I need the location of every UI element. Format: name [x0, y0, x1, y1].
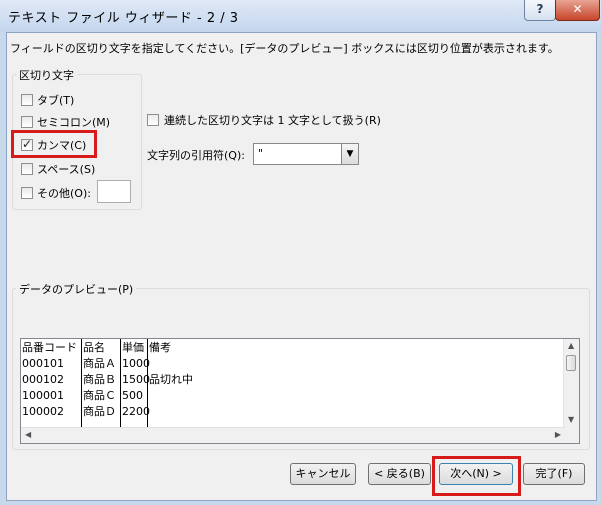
delimiter-group-label: 区切り文字	[16, 67, 77, 83]
qualifier-select[interactable]: " ▼	[253, 143, 359, 165]
tab-checkbox[interactable]	[21, 94, 33, 106]
other-checkbox[interactable]	[21, 187, 33, 199]
scroll-corner	[564, 428, 579, 443]
preview-row: 品番コード 品名 単価 備考	[21, 340, 565, 356]
preview-cell: 500	[122, 389, 143, 402]
preview-row: 100001 商品Ｃ 500	[21, 388, 565, 404]
scroll-right-icon[interactable]: ▶	[555, 430, 561, 439]
scroll-up-icon[interactable]: ▲	[568, 341, 574, 350]
back-button[interactable]: < 戻る(B)	[368, 463, 431, 485]
preview-grid: 品番コード 品名 単価 備考 000101 商品Ａ 1000 000102 商品…	[21, 339, 565, 429]
preview-cell: 商品Ｂ	[83, 373, 116, 386]
finish-button[interactable]: 完了(F)	[523, 463, 585, 485]
preview-row: 100002 商品Ｄ 2200	[21, 404, 565, 420]
preview-cell: 単価	[122, 341, 144, 354]
next-button[interactable]: 次へ(N) >	[439, 463, 513, 485]
preview-cell: 1500	[122, 373, 150, 386]
window-title: テキスト ファイル ウィザード - 2 / 3	[8, 11, 239, 26]
preview-cell: 品番コード	[22, 341, 77, 354]
scroll-left-icon[interactable]: ◀	[25, 430, 31, 439]
cancel-button[interactable]: キャンセル	[290, 463, 356, 485]
semicolon-checkbox[interactable]	[21, 116, 33, 128]
preview-cell: 000102	[22, 373, 64, 386]
vertical-scrollbar[interactable]: ▲ ▼	[563, 339, 579, 429]
preview-box[interactable]: 品番コード 品名 単価 備考 000101 商品Ａ 1000 000102 商品…	[20, 338, 580, 444]
close-button[interactable]: ✕	[555, 0, 600, 21]
preview-cell: 100001	[22, 389, 64, 402]
preview-cell: 品切れ中	[149, 373, 193, 386]
preview-cell: 000101	[22, 357, 64, 370]
title-bar: テキスト ファイル ウィザード - 2 / 3 ? ✕	[0, 0, 601, 32]
consecutive-label: 連続した区切り文字は 1 文字として扱う(R)	[164, 114, 381, 127]
preview-cell: 100002	[22, 405, 64, 418]
space-checkbox[interactable]	[21, 163, 33, 175]
preview-row: 000101 商品Ａ 1000	[21, 356, 565, 372]
wizard-body: フィールドの区切り文字を指定してください。[データのプレビュー] ボックスには区…	[6, 32, 597, 501]
space-label: スペース(S)	[37, 163, 96, 176]
preview-cell: 商品Ｄ	[83, 405, 116, 418]
preview-cell: 商品Ｃ	[83, 389, 116, 402]
preview-cell: 1000	[122, 357, 150, 370]
help-button[interactable]: ?	[524, 0, 556, 21]
semicolon-label: セミコロン(M)	[37, 116, 111, 129]
instruction-text: フィールドの区切り文字を指定してください。[データのプレビュー] ボックスには区…	[10, 42, 559, 55]
preview-cell: 2200	[122, 405, 150, 418]
tab-label: タブ(T)	[37, 94, 75, 107]
other-label: その他(O):	[37, 187, 91, 200]
qualifier-label: 文字列の引用符(Q):	[147, 149, 245, 162]
comma-label: カンマ(C)	[37, 139, 87, 152]
chevron-down-icon[interactable]: ▼	[341, 144, 358, 164]
preview-cell: 品名	[83, 341, 105, 354]
preview-row: 000102 商品Ｂ 1500 品切れ中	[21, 372, 565, 388]
scroll-down-icon[interactable]: ▼	[568, 415, 574, 424]
preview-cell: 備考	[149, 341, 171, 354]
other-delimiter-input[interactable]	[97, 180, 131, 203]
comma-checkbox[interactable]	[21, 137, 33, 151]
preview-cell: 商品Ａ	[83, 357, 116, 370]
horizontal-scrollbar[interactable]: ◀ ▶	[21, 427, 565, 443]
scroll-thumb[interactable]	[566, 355, 576, 371]
consecutive-checkbox[interactable]	[147, 114, 159, 126]
preview-group-label: データのプレビュー(P)	[16, 281, 137, 297]
qualifier-value: "	[258, 147, 264, 160]
